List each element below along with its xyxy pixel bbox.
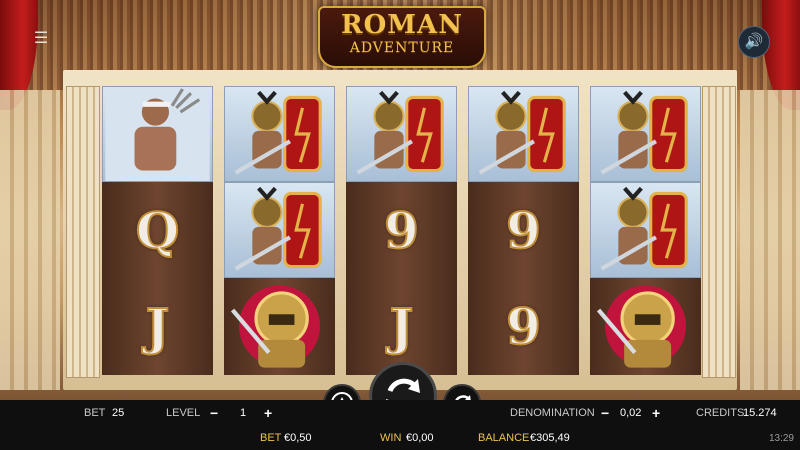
- gladiator-shield-icon: [234, 90, 322, 175]
- win-label: WIN: [380, 432, 402, 444]
- level-label: LEVEL: [166, 407, 201, 419]
- gladiator-shield-icon: [234, 186, 322, 271]
- symbol-j: J: [102, 278, 213, 374]
- symbol-gladiator-shield-icon: [224, 182, 335, 278]
- symbol-gladiator-shield-icon: [468, 86, 579, 182]
- win-value: €0,00: [406, 432, 434, 444]
- settings-row: BET 25 LEVEL − 1 + DENOMINATION − 0,02 +…: [0, 400, 800, 427]
- symbol-gladiator-shield-icon: [590, 86, 701, 182]
- symbol-j: J: [346, 278, 457, 374]
- golden-helmet-icon: [596, 285, 687, 368]
- symbol-q: Q: [102, 182, 213, 278]
- left-pillar: [66, 86, 100, 378]
- bottom-bar: BET 25 LEVEL − 1 + DENOMINATION − 0,02 +…: [0, 400, 800, 450]
- symbol-golden-helmet-icon: [224, 278, 335, 374]
- symbol-letter: J: [389, 296, 415, 357]
- symbol-letter: 9: [505, 296, 542, 357]
- reel-5: [590, 86, 701, 375]
- symbol-9: 9: [346, 182, 457, 278]
- reel-3: 9J: [346, 86, 457, 375]
- right-balustrade: [740, 90, 800, 390]
- balance-label: BALANCE: [478, 432, 530, 444]
- symbol-golden-helmet-icon: [590, 278, 701, 374]
- gladiator-shield-icon: [600, 186, 688, 271]
- level-value: 1: [240, 407, 247, 419]
- menu-icon[interactable]: ☰: [30, 29, 52, 49]
- left-balustrade: [0, 90, 60, 390]
- denomination-label: DENOMINATION: [510, 407, 595, 419]
- denomination-value: 0,02: [620, 407, 642, 419]
- clock: 13:29: [768, 433, 794, 444]
- level-plus-button[interactable]: +: [264, 400, 272, 427]
- reels-grid: QJ9J99: [102, 86, 702, 375]
- bet-label: BET: [84, 407, 106, 419]
- gladiator-shield-icon: [356, 90, 444, 175]
- symbol-gladiator-shield-icon: [590, 182, 701, 278]
- right-pillar: [702, 86, 736, 378]
- denomination-plus-button[interactable]: +: [652, 400, 660, 427]
- symbol-letter: 9: [505, 200, 542, 261]
- symbol-gladiator-shield-icon: [224, 86, 335, 182]
- money-row: BET €0,50 WIN €0,00 BALANCE €305,49 13:2…: [0, 427, 800, 450]
- denomination-minus-button[interactable]: −: [601, 400, 609, 427]
- logo-title: ROMAN: [341, 10, 463, 40]
- symbol-letter: 9: [383, 200, 420, 261]
- reel-1: QJ: [102, 86, 213, 375]
- level-minus-button[interactable]: −: [210, 400, 218, 427]
- reel-2: [224, 86, 335, 375]
- gladiator-shield-icon: [600, 90, 688, 175]
- golden-helmet-icon: [230, 285, 321, 368]
- bet-money-value: €0,50: [284, 432, 312, 444]
- bet-value: 25: [112, 407, 125, 419]
- gladiator-shield-icon: [478, 90, 566, 175]
- credits-value: 15.274: [743, 407, 777, 419]
- speaker-icon[interactable]: 🔊: [738, 26, 770, 58]
- reel-4: 99: [468, 86, 579, 375]
- symbol-9: 9: [468, 278, 579, 374]
- balance-value: €305,49: [530, 432, 570, 444]
- credits-label: CREDITS: [696, 407, 745, 419]
- gladiator-trident-icon: [105, 87, 210, 181]
- symbol-letter: J: [145, 296, 171, 357]
- logo-subtitle: ADVENTURE: [349, 40, 455, 56]
- symbol-letter: Q: [135, 200, 181, 261]
- bet-money-label: BET: [260, 432, 282, 444]
- symbol-gladiator-shield-icon: [346, 86, 457, 182]
- symbol-9: 9: [468, 182, 579, 278]
- game-logo: ROMAN ADVENTURE: [318, 6, 486, 68]
- symbol-gladiator-trident-icon: [102, 86, 213, 182]
